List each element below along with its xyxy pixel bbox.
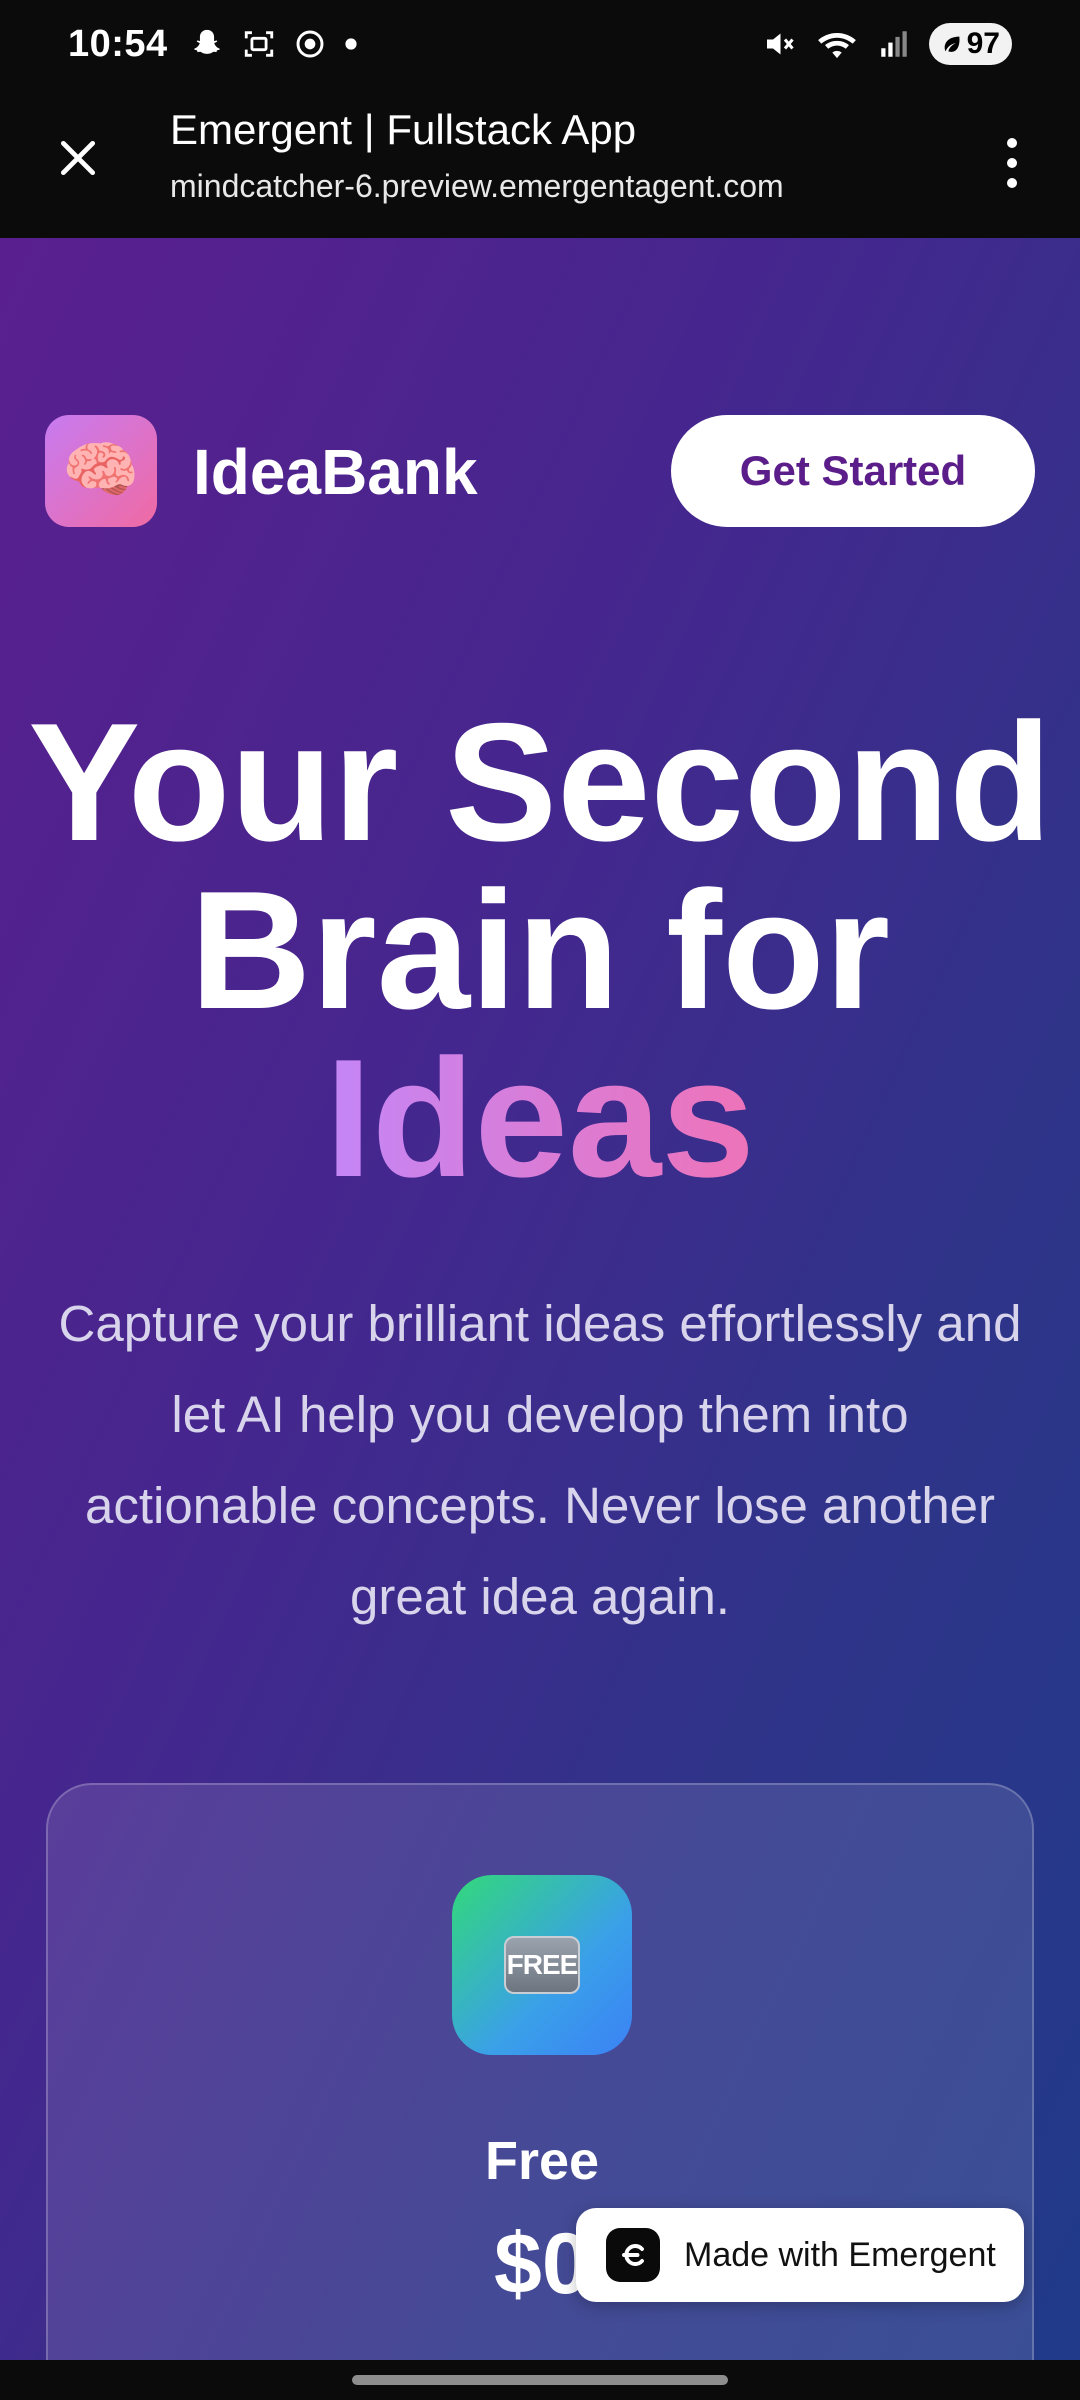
battery-indicator: 97 [928, 23, 1012, 65]
site-header: 🧠 IdeaBank Get Started [45, 415, 1035, 527]
record-icon [296, 30, 324, 58]
signal-icon [880, 31, 907, 57]
hero-subtitle: Capture your brilliant ideas effortlessl… [58, 1295, 1022, 1625]
web-content: 🧠 IdeaBank Get Started Your Second Brain… [0, 238, 1080, 2360]
screenshot-icon [244, 31, 273, 57]
made-with-emergent-badge[interactable]: Made with Emergent [576, 2208, 1024, 2302]
overflow-menu-button[interactable] [992, 128, 1032, 198]
close-tab-button[interactable] [48, 128, 108, 188]
status-notification-icons [190, 27, 358, 61]
emergent-logo-icon [606, 2228, 660, 2282]
hero-line-1: Your Second [28, 688, 1052, 876]
hero-line-2: Brain for [189, 856, 891, 1044]
brand-logo[interactable]: 🧠 [45, 415, 157, 527]
get-started-button[interactable]: Get Started [671, 415, 1035, 527]
wifi-icon [817, 33, 856, 59]
gesture-handle[interactable] [352, 2375, 728, 2385]
snapchat-icon [193, 29, 220, 54]
made-with-label: Made with Emergent [684, 2235, 996, 2274]
free-icon: FREE [504, 1936, 580, 1994]
plan-icon: FREE [452, 1875, 632, 2055]
more-vert-icon [1007, 138, 1017, 148]
page-url[interactable]: mindcatcher-6.preview.emergentagent.com [170, 168, 784, 205]
status-time: 10:54 [68, 22, 168, 65]
battery-level: 97 [966, 27, 1000, 60]
status-system-icons: 97 [761, 23, 1012, 65]
browser-toolbar: Emergent | Fullstack App mindcatcher-6.p… [0, 88, 1080, 238]
status-bar: 10:54 97 [0, 0, 1080, 88]
battery-saver-icon [944, 36, 960, 52]
dot-icon [345, 38, 357, 50]
hero-line-3: Ideas [0, 1034, 1080, 1202]
page-title: Emergent | Fullstack App [170, 106, 637, 153]
system-nav-bar [0, 2360, 1080, 2400]
mute-icon [766, 33, 794, 55]
brain-icon: 🧠 [62, 436, 140, 505]
brand-name[interactable]: IdeaBank [193, 435, 478, 509]
hero-heading: Your Second Brain for Ideas [0, 698, 1080, 1202]
close-icon [60, 140, 96, 176]
hero-accent-word: Ideas [325, 1024, 755, 1212]
plan-name: Free [484, 2131, 600, 2191]
